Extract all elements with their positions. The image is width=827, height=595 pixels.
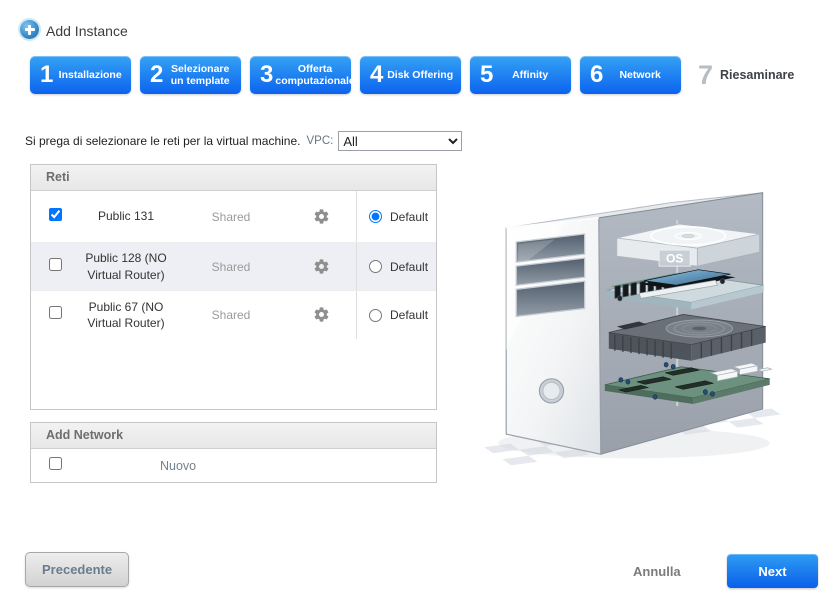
step-number: 7	[698, 59, 714, 90]
step-label: Network	[619, 68, 661, 81]
step-2-selezionare-template[interactable]: 2 Selezionare un template	[140, 56, 241, 94]
step-number: 5	[480, 61, 494, 88]
step-number: 1	[40, 61, 54, 88]
new-network-checkbox[interactable]	[49, 457, 62, 470]
network-type: Shared	[211, 259, 251, 274]
step-number: 2	[150, 61, 164, 88]
network-type: Shared	[211, 308, 251, 322]
cancel-link[interactable]: Annulla	[633, 564, 681, 579]
vpc-label: VPC:	[306, 135, 334, 147]
networks-table-header: Reti	[31, 165, 436, 191]
network-name: Public 67 (NO Virtual Router)	[87, 299, 165, 330]
page-title: Add Instance	[46, 23, 128, 39]
new-network-label: Nuovo	[160, 459, 197, 473]
add-instance-plus-icon	[20, 20, 39, 39]
add-network-header: Add Network	[31, 423, 436, 449]
default-network-radio[interactable]	[369, 210, 382, 223]
network-checkbox[interactable]	[49, 207, 62, 221]
network-name: Public 131	[97, 209, 155, 224]
computer-tower-illustration: OS	[484, 192, 781, 466]
step-label: Installazione	[58, 68, 122, 81]
select-networks-prompt: Si prega di selezionare le reti per la v…	[25, 134, 301, 148]
network-config-gear-icon[interactable]	[313, 306, 330, 323]
network-name: Public 128 (NO Virtual Router)	[85, 251, 167, 282]
vpc-select[interactable]: All	[338, 131, 463, 151]
default-label: Default	[390, 308, 429, 322]
step-number: 4	[370, 61, 384, 88]
network-select-row: Si prega di selezionare le reti per la v…	[25, 131, 463, 151]
network-config-gear-icon[interactable]	[313, 258, 330, 275]
network-config-gear-icon[interactable]	[313, 208, 330, 225]
default-network-radio[interactable]	[369, 308, 382, 322]
step-7-riesaminare: 7 Riesaminare	[698, 59, 795, 90]
table-row: Public 128 (NO Virtual Router) Shared De…	[31, 243, 436, 291]
table-row: Public 131 Shared Default	[31, 191, 436, 243]
step-4-disk-offering[interactable]: 4 Disk Offering	[360, 56, 461, 94]
default-label: Default	[390, 209, 429, 224]
step-1-installazione[interactable]: 1 Installazione	[30, 56, 131, 94]
step-label: Riesaminare	[720, 68, 795, 82]
network-type: Shared	[211, 209, 251, 224]
step-label: Disk Offering	[387, 68, 454, 81]
network-checkbox[interactable]	[49, 257, 62, 271]
default-label: Default	[390, 259, 429, 274]
add-network-table: Add Network Nuovo	[30, 422, 437, 483]
default-network-radio[interactable]	[369, 260, 382, 273]
step-label: Offerta computazionale	[275, 62, 355, 87]
previous-button[interactable]: Precedente	[25, 552, 130, 587]
step-number: 3	[260, 61, 274, 88]
step-label: Affinity	[512, 68, 549, 81]
next-button[interactable]: Next	[727, 554, 818, 588]
step-5-affinity[interactable]: 5 Affinity	[470, 56, 571, 94]
networks-table: Reti Public 131 Shared Default Public 12…	[30, 164, 437, 410]
table-row: Public 67 (NO Virtual Router) Shared Def…	[31, 291, 436, 339]
add-network-row: Nuovo	[31, 449, 436, 483]
step-3-offerta-computazionale[interactable]: 3 Offerta computazionale	[250, 56, 355, 94]
add-instance-wizard: Add Instance 1 Installazione 2 Seleziona…	[0, 0, 827, 595]
os-label: OS	[666, 252, 683, 266]
step-6-network[interactable]: 6 Network	[580, 56, 681, 94]
network-checkbox[interactable]	[49, 306, 62, 319]
step-number: 6	[590, 61, 604, 88]
tower-front	[505, 216, 602, 455]
wizard-steps: 1 Installazione 2 Selezionare un templat…	[30, 56, 794, 94]
step-label: Selezionare un template	[170, 62, 230, 87]
